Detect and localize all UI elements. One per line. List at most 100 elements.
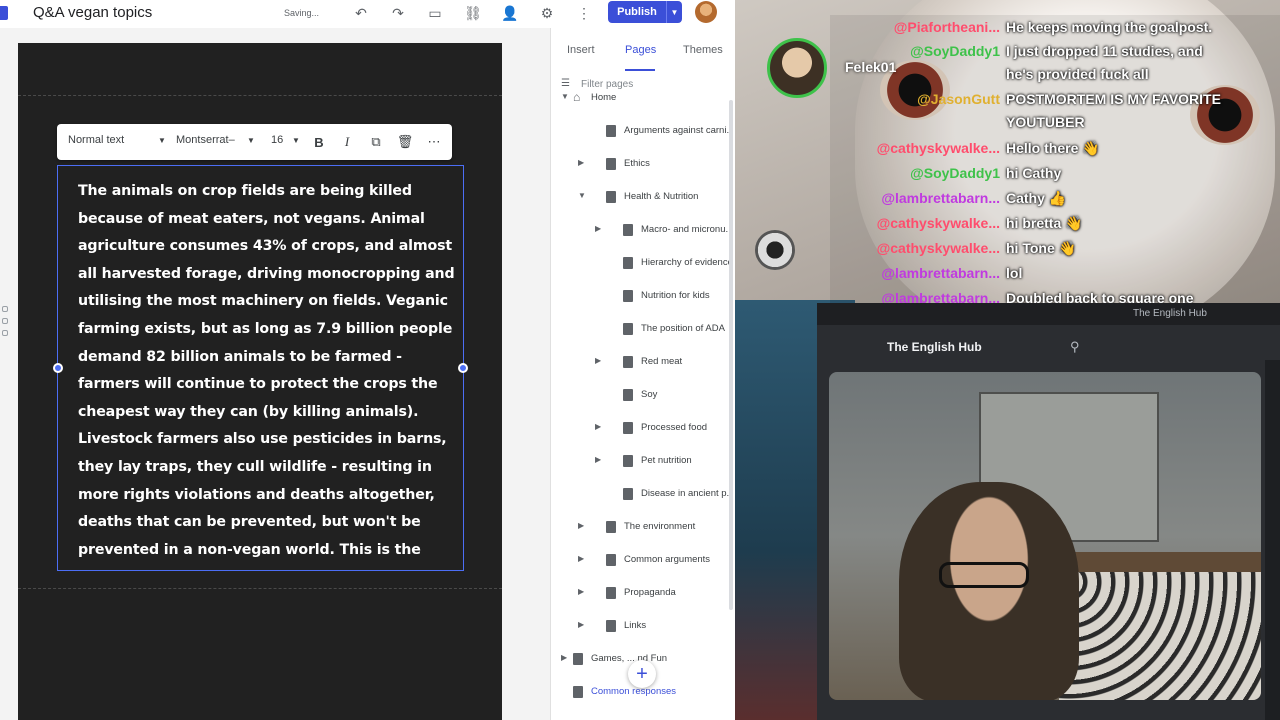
page-item-label: The environment (624, 521, 696, 532)
chevron-down-icon[interactable]: ▼ (158, 136, 166, 145)
page-item[interactable]: Nutrition for kids (551, 287, 731, 307)
chat-username[interactable]: @SoyDaddy1 (845, 43, 1000, 59)
add-member-icon[interactable]: ⚲ (1070, 339, 1080, 355)
chevron-down-icon[interactable]: ▼ (292, 136, 300, 145)
page-item[interactable]: Arguments against carni... (551, 122, 731, 142)
chat-username[interactable]: @cathyskywalke... (845, 140, 1000, 156)
chat-text: He keeps moving the goalpost. (1006, 19, 1213, 35)
page-item-label: Pet nutrition (641, 455, 692, 466)
chat-username[interactable]: @lambrettabarn... (845, 190, 1000, 206)
add-person-icon[interactable]: 👤 (499, 3, 521, 23)
page-item[interactable]: ▼ Health & Nutrition (551, 188, 731, 208)
avatar[interactable] (695, 1, 717, 23)
delete-icon[interactable]: 🗑 (396, 133, 414, 151)
text-box[interactable]: The animals on crop fields are being kil… (57, 165, 464, 571)
discord-channel-header[interactable]: The English Hub (887, 340, 982, 354)
chat-username[interactable]: @lambrettabarn... (845, 265, 1000, 281)
resize-handle-left[interactable] (53, 363, 63, 373)
chat-text: he's provided fuck all (1006, 66, 1149, 82)
page-item[interactable]: ▶ Macro- and micronu... (551, 221, 731, 241)
expand-right-icon[interactable]: ▶ (578, 587, 584, 596)
chevron-down-icon[interactable]: ▼ (247, 136, 255, 145)
expand-right-icon[interactable]: ▶ (595, 422, 601, 431)
background-shelf (1059, 552, 1261, 572)
page-icon (606, 587, 616, 599)
expand-right-icon[interactable]: ▶ (578, 620, 584, 629)
publish-options-icon[interactable]: ▼ (666, 1, 682, 23)
bold-icon[interactable]: B (310, 133, 328, 151)
page-icon (623, 323, 633, 335)
italic-icon[interactable]: I (338, 133, 356, 151)
chat-username[interactable]: @SoyDaddy1 (845, 165, 1000, 181)
page-item[interactable]: ▶ The environment (551, 518, 731, 538)
page-item[interactable]: ▶ Pet nutrition (551, 452, 731, 472)
text-style-select[interactable]: Normal text (68, 134, 124, 146)
page-icon (623, 290, 633, 302)
page-icon (573, 653, 583, 665)
page-item[interactable]: Soy (551, 386, 731, 406)
resize-handle-right[interactable] (458, 363, 468, 373)
google-sites-editor: Q&A vegan topics Saving... ↶ ↷ ▭ ⛓ 👤 ⚙ ⋮… (0, 0, 735, 720)
page-item[interactable]: ▶ Links (551, 617, 731, 637)
publish-button[interactable]: Publish (608, 1, 666, 23)
side-panel: Insert Pages Themes ☰ Filter pages ▼ ⌂ Hom… (550, 28, 735, 720)
chat-username[interactable]: @Piafortheani... (845, 19, 1000, 35)
redo-icon[interactable]: ↷ (387, 3, 409, 23)
expand-right-icon[interactable]: ▶ (595, 356, 601, 365)
panel-scrollbar[interactable] (729, 100, 733, 610)
expand-down-icon[interactable]: ▼ (561, 92, 569, 101)
chat-text: Hello there 👋 (1006, 140, 1100, 156)
font-size-select[interactable]: 16 (271, 134, 283, 146)
chat-username[interactable]: @cathyskywalke... (845, 215, 1000, 231)
expand-down-icon[interactable]: ▼ (578, 191, 586, 200)
expand-right-icon[interactable]: ▶ (578, 521, 584, 530)
more-horiz-icon[interactable]: ⋯ (425, 133, 443, 151)
page-item-label: Ethics (624, 158, 650, 169)
expand-right-icon[interactable]: ▶ (578, 158, 584, 167)
page-item[interactable]: ▶ Processed food (551, 419, 731, 439)
top-toolbar: Q&A vegan topics Saving... ↶ ↷ ▭ ⛓ 👤 ⚙ ⋮… (0, 0, 735, 28)
more-vert-icon[interactable]: ⋮ (573, 3, 595, 23)
link-icon[interactable]: ⛓ (462, 3, 484, 23)
tab-insert[interactable]: Insert (567, 44, 595, 56)
chat-message: @lambrettabarn... lol (845, 265, 1275, 287)
page-item[interactable]: Hierarchy of evidence (551, 254, 731, 274)
page-item-label: Common arguments (624, 554, 711, 565)
expand-right-icon[interactable]: ▶ (595, 224, 601, 233)
page-icon (606, 521, 616, 533)
page-item[interactable]: The position of ADA (551, 320, 731, 340)
tab-themes[interactable]: Themes (683, 44, 723, 56)
chat-message: he's provided fuck all (845, 66, 1275, 88)
section-tools[interactable] (0, 300, 10, 380)
chat-username[interactable]: @JasonGutt (845, 91, 1000, 107)
page-item[interactable]: ▶ Common arguments (551, 551, 731, 571)
expand-right-icon[interactable]: ▶ (595, 455, 601, 464)
undo-icon[interactable]: ↶ (350, 3, 372, 23)
webcam-video (829, 372, 1261, 700)
page-item[interactable]: Disease in ancient p... (551, 485, 731, 505)
background-couch (1059, 572, 1261, 700)
chat-message: @cathyskywalke... Hello there 👋 (845, 140, 1275, 162)
expand-right-icon[interactable]: ▶ (561, 653, 567, 662)
glasses (939, 562, 1029, 588)
section-divider (18, 588, 502, 589)
page-item[interactable]: ▼ ⌂ Home (551, 89, 731, 109)
expand-right-icon[interactable]: ▶ (578, 554, 584, 563)
doc-title[interactable]: Q&A vegan topics (33, 4, 152, 21)
chat-username[interactable]: @cathyskywalke... (845, 240, 1000, 256)
screen: Q&A vegan topics Saving... ↶ ↷ ▭ ⛓ 👤 ⚙ ⋮… (0, 0, 1280, 720)
copy-icon[interactable]: ⧉ (367, 133, 385, 151)
body-text[interactable]: The animals on crop fields are being kil… (78, 178, 458, 564)
page-item[interactable]: ▶ Propaganda (551, 584, 731, 604)
page-item[interactable]: ▶ Red meat (551, 353, 731, 373)
chat-text: Cathy 👍 (1006, 190, 1067, 206)
preview-icon[interactable]: ▭ (424, 3, 446, 23)
page-icon (623, 422, 633, 434)
chat-message: @Piafortheani... He keeps moving the goal… (845, 19, 1275, 41)
tab-pages[interactable]: Pages (625, 44, 656, 56)
chat-message: @SoyDaddy1 hi Cathy (845, 165, 1275, 187)
page-item[interactable]: ▶ Ethics (551, 155, 731, 175)
gear-icon[interactable]: ⚙ (536, 3, 558, 23)
add-page-button[interactable]: + (628, 660, 656, 688)
font-select[interactable]: Montserrat– (176, 134, 235, 146)
